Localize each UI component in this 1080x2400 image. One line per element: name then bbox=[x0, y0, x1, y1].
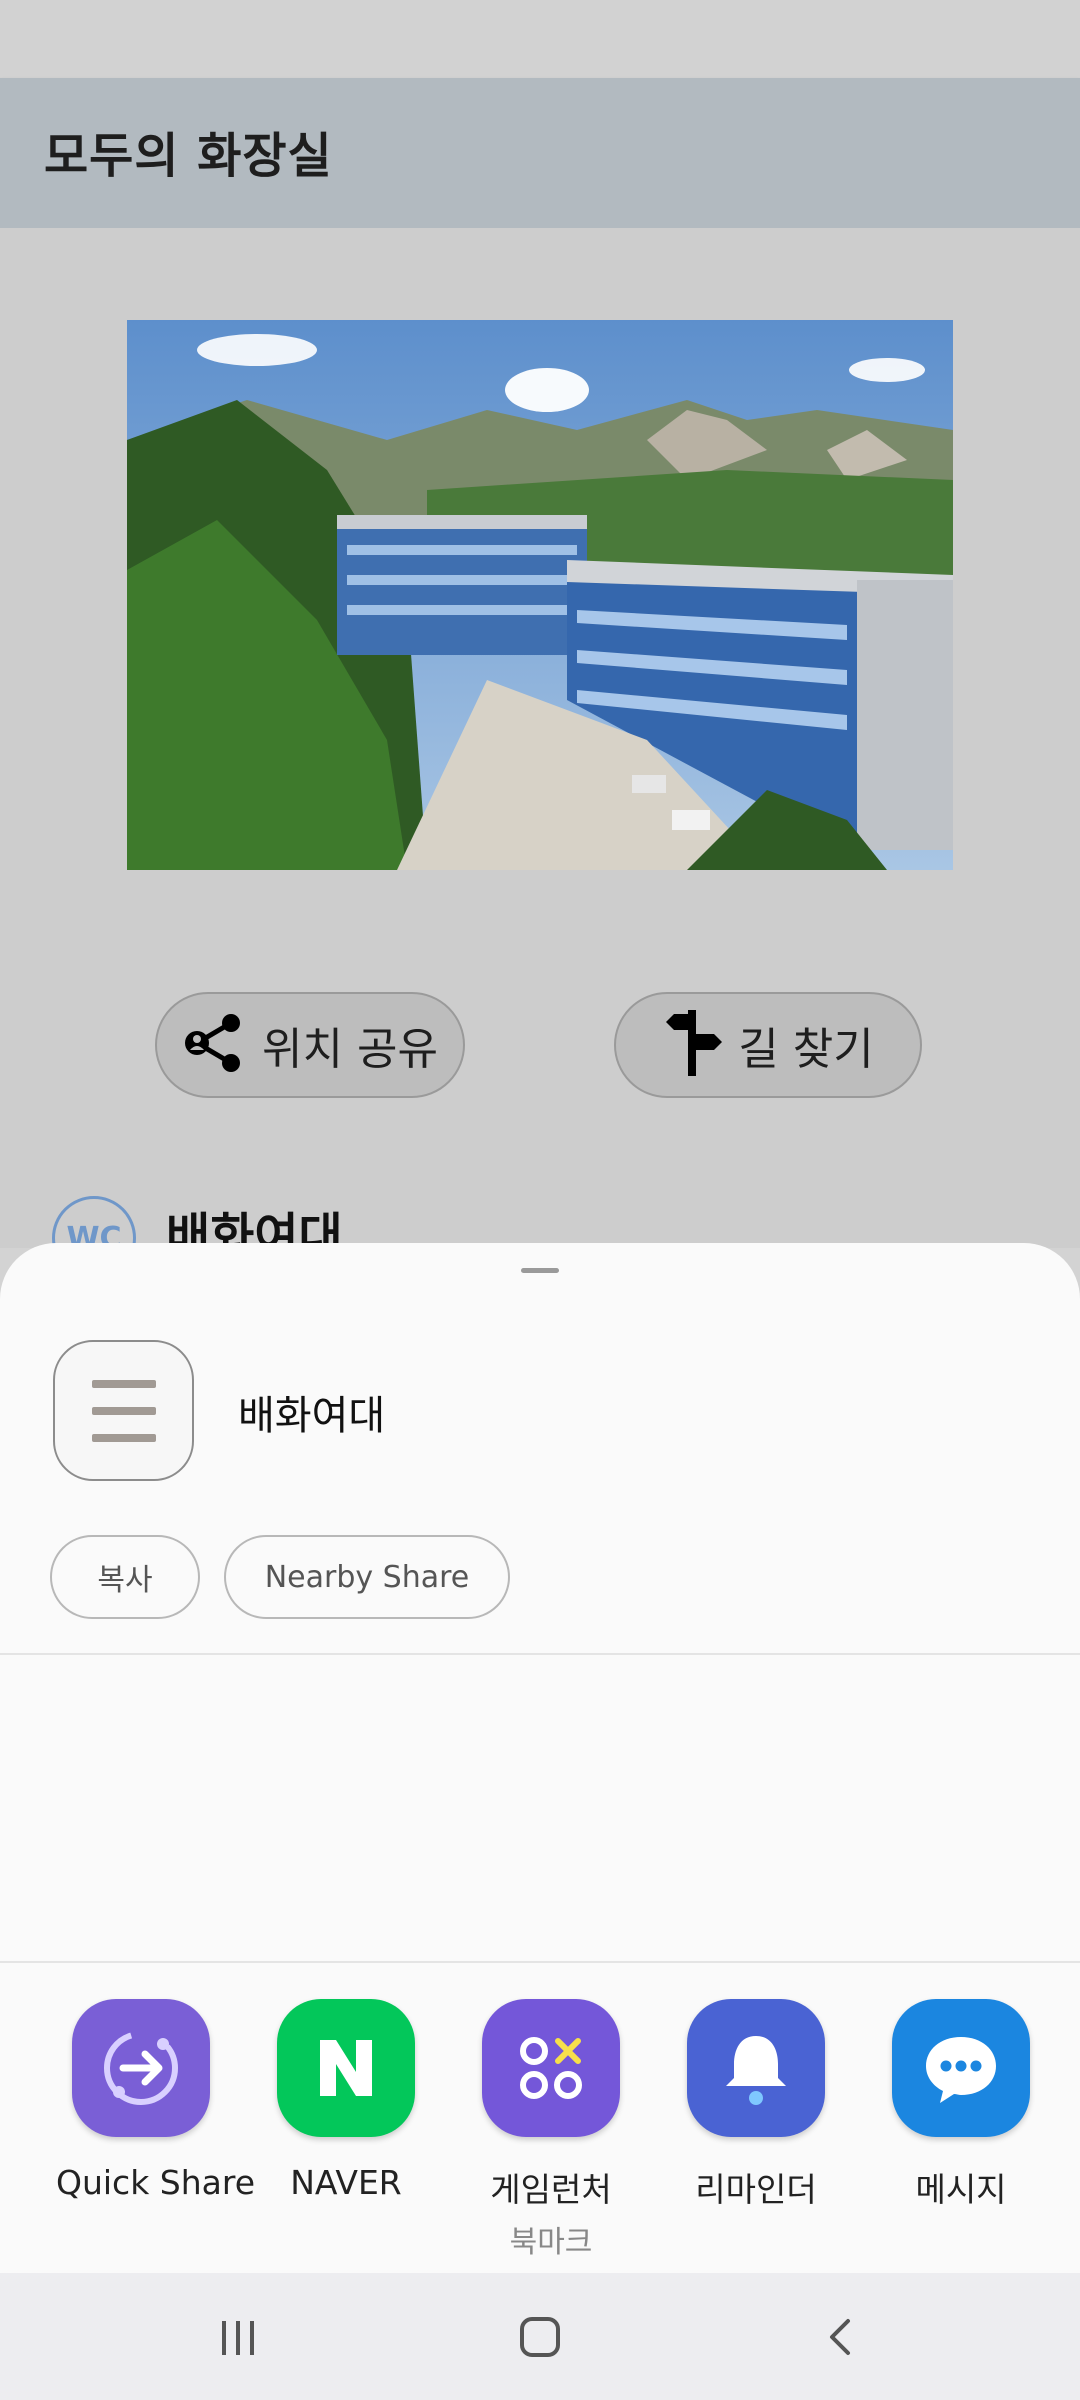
app-label: 리마인더 bbox=[695, 2170, 817, 2209]
navigation-bar bbox=[0, 2273, 1080, 2400]
back-icon[interactable] bbox=[782, 2273, 902, 2400]
share-app-quick-share[interactable]: Quick Share bbox=[56, 1995, 256, 2202]
share-sheet: 배화여대 복사 Nearby Share Quick Share NAVER 게… bbox=[0, 1243, 1080, 2273]
status-bar bbox=[0, 0, 1080, 78]
directions-button[interactable]: 길 찾기 bbox=[614, 992, 922, 1098]
menu-lines-icon bbox=[53, 1340, 194, 1481]
place-photo[interactable] bbox=[127, 320, 953, 870]
sheet-divider bbox=[0, 1961, 1080, 1963]
place-detail: 위치 공유 길 찾기 WC 배화여대 bbox=[0, 228, 1080, 1280]
signpost-icon bbox=[662, 1008, 724, 1082]
quick-share-icon bbox=[72, 1999, 210, 2137]
share-app-game-launcher[interactable]: 게임런처 북마크 bbox=[466, 1995, 636, 2261]
app-title: 모두의 화장실 bbox=[44, 128, 333, 184]
sheet-divider bbox=[0, 1653, 1080, 1655]
directions-label: 길 찾기 bbox=[738, 1024, 874, 1075]
share-app-list: Quick Share NAVER 게임런처 북마크 리마인더 메시지 bbox=[0, 1995, 1080, 2273]
reminder-bell-icon bbox=[687, 1999, 825, 2137]
app-label: Quick Share bbox=[56, 2163, 256, 2202]
app-header: 모두의 화장실 bbox=[0, 78, 1080, 228]
share-icon bbox=[182, 1010, 248, 1080]
share-location-label: 위치 공유 bbox=[262, 1024, 438, 1075]
app-label: 메시지 bbox=[915, 2170, 1007, 2209]
share-app-reminder[interactable]: 리마인더 bbox=[671, 1995, 841, 2211]
naver-icon bbox=[277, 1999, 415, 2137]
home-icon[interactable] bbox=[480, 2273, 600, 2400]
share-location-button[interactable]: 위치 공유 bbox=[155, 992, 465, 1098]
share-app-messages[interactable]: 메시지 bbox=[876, 1995, 1046, 2211]
recents-icon[interactable] bbox=[178, 2273, 298, 2400]
sheet-drag-handle[interactable] bbox=[521, 1268, 559, 1273]
share-preview-text: 배화여대 bbox=[238, 1393, 386, 1439]
app-sublabel: 북마크 bbox=[509, 2225, 593, 2260]
app-label: 게임런처 bbox=[490, 2170, 612, 2209]
message-bubble-icon bbox=[892, 1999, 1030, 2137]
app-label: NAVER bbox=[290, 2163, 402, 2202]
copy-chip[interactable]: 복사 bbox=[50, 1535, 200, 1619]
game-launcher-icon bbox=[482, 1999, 620, 2137]
nearby-share-chip[interactable]: Nearby Share bbox=[224, 1535, 510, 1619]
share-app-naver[interactable]: NAVER bbox=[261, 1995, 431, 2202]
